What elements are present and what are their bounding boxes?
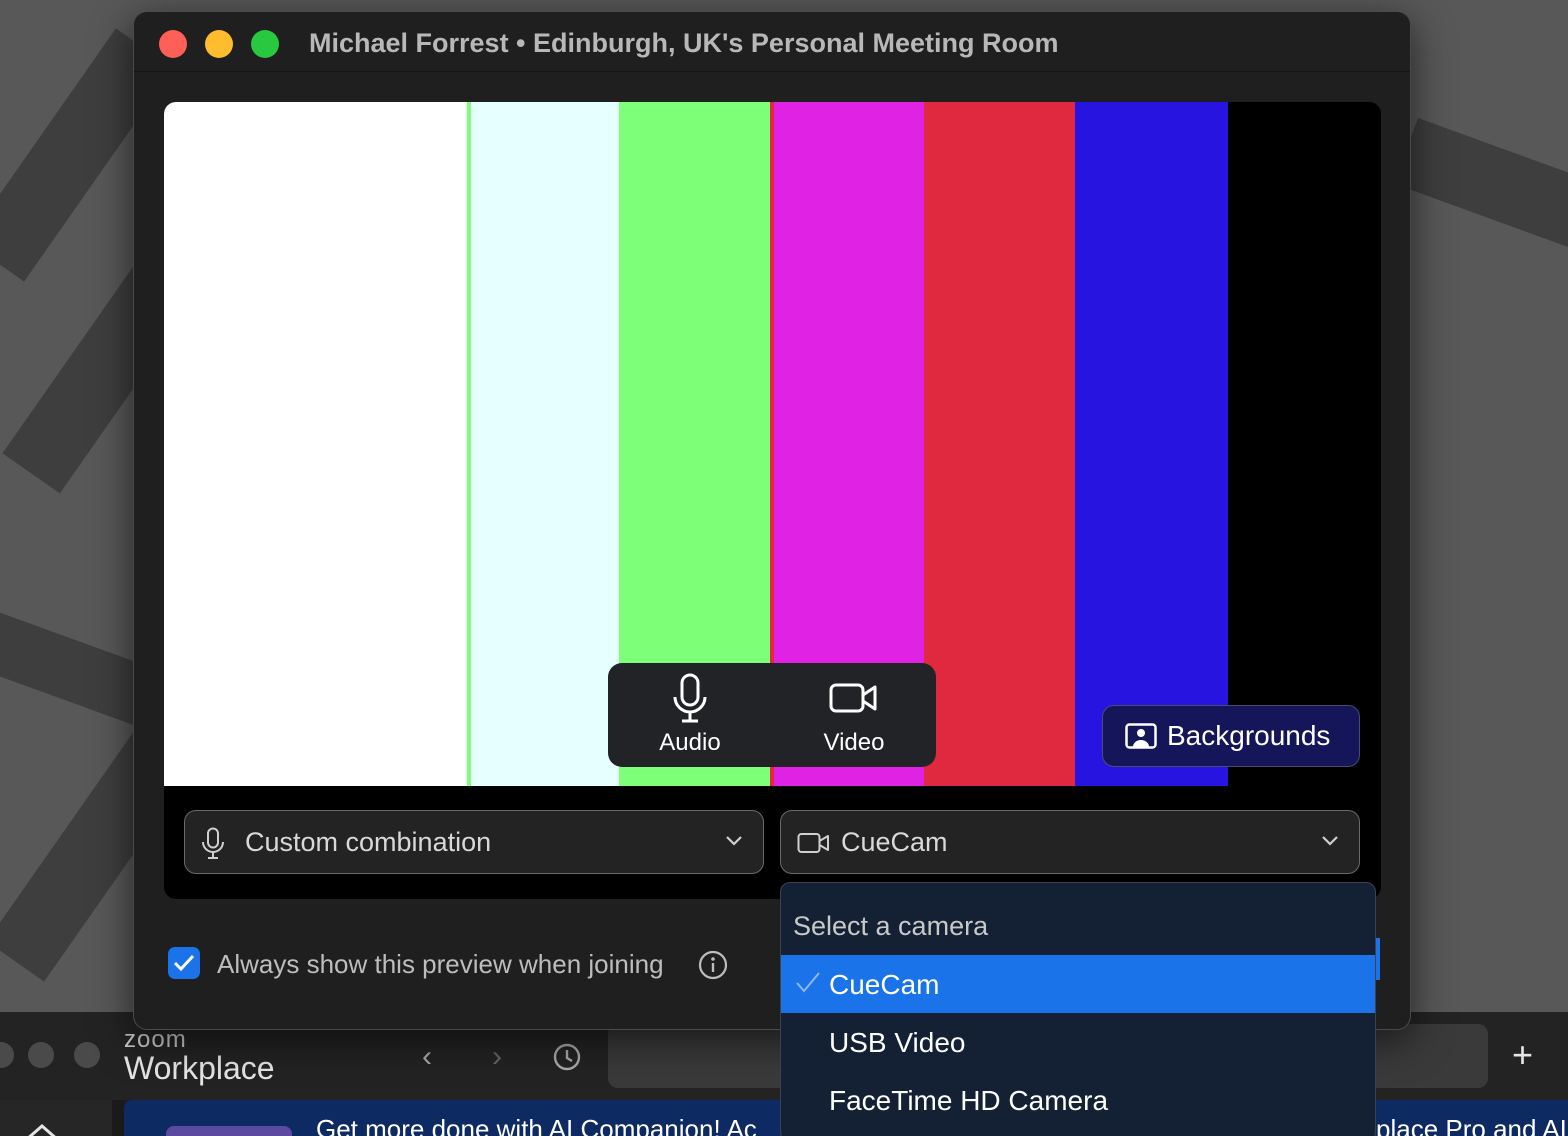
camera-option-facetime-hd[interactable]: FaceTime HD Camera xyxy=(781,1071,1375,1129)
chevron-down-icon xyxy=(1322,836,1338,846)
meeting-preview-window: Michael Forrest • Edinburgh, UK's Person… xyxy=(133,11,1411,1030)
background-person-icon xyxy=(1125,723,1157,749)
banner-text-right: place Pro and AI xyxy=(1376,1114,1567,1136)
camera-dropdown-menu: Select a camera CueCam USB Video FaceTim… xyxy=(780,882,1376,1136)
camera-option-usb-video[interactable]: USB Video xyxy=(781,1013,1375,1071)
traffic-light-inactive[interactable] xyxy=(28,1042,54,1068)
title-bar: Michael Forrest • Edinburgh, UK's Person… xyxy=(134,12,1410,72)
audio-button[interactable]: Audio xyxy=(608,663,772,767)
zoom-window-button[interactable] xyxy=(251,30,279,58)
audio-device-select[interactable]: Custom combination xyxy=(184,810,764,874)
video-camera-icon xyxy=(829,683,877,713)
plus-icon[interactable]: + xyxy=(1512,1034,1533,1076)
info-icon[interactable] xyxy=(698,950,728,985)
backgrounds-button[interactable]: Backgrounds xyxy=(1102,705,1360,767)
traffic-light-inactive[interactable] xyxy=(74,1042,100,1068)
camera-option-cuecam[interactable]: CueCam xyxy=(781,955,1375,1013)
backgrounds-label: Backgrounds xyxy=(1167,720,1331,751)
camera-option-label: FaceTime HD Camera xyxy=(829,1085,1109,1116)
home-tab[interactable] xyxy=(0,1100,112,1136)
menu-header: Select a camera xyxy=(793,911,989,941)
camera-select-value: CueCam xyxy=(841,827,948,857)
banner-text: Get more done with AI Companion! Ac xyxy=(316,1114,757,1136)
audio-video-controls: Audio Video xyxy=(608,663,936,767)
video-preview: Audio Video Backgrounds Custom combinati… xyxy=(164,102,1381,899)
always-show-preview-label[interactable]: Always show this preview when joining xyxy=(217,949,664,980)
workplace-logo-text: Workplace xyxy=(124,1050,275,1086)
banner-logo xyxy=(166,1126,292,1136)
close-window-button[interactable] xyxy=(159,30,187,58)
forward-arrow-icon[interactable]: › xyxy=(492,1040,502,1074)
history-icon[interactable] xyxy=(552,1042,582,1080)
audio-select-value: Custom combination xyxy=(245,827,492,857)
microphone-icon xyxy=(202,827,224,859)
always-show-preview-checkbox[interactable] xyxy=(168,947,200,979)
window-title: Michael Forrest • Edinburgh, UK's Person… xyxy=(309,28,1059,58)
color-bar-white xyxy=(164,102,467,786)
video-label: Video xyxy=(823,729,885,756)
audio-label: Audio xyxy=(659,729,721,756)
camera-option-label: USB Video xyxy=(829,1027,966,1058)
video-button[interactable]: Video xyxy=(772,663,936,767)
camera-device-select[interactable]: CueCam xyxy=(780,810,1360,874)
color-bar-red xyxy=(924,102,1075,786)
color-bar-black xyxy=(1228,102,1381,786)
checkmark-icon xyxy=(173,954,195,972)
video-camera-icon xyxy=(797,833,829,853)
checkmark-icon xyxy=(796,972,820,993)
chevron-down-icon xyxy=(726,836,742,846)
film-strip xyxy=(1394,117,1568,253)
color-bar-blue xyxy=(1075,102,1228,786)
back-arrow-icon[interactable]: ‹ xyxy=(422,1040,432,1074)
minimize-window-button[interactable] xyxy=(205,30,233,58)
microphone-icon xyxy=(673,673,707,723)
color-bar-cyan xyxy=(471,102,619,786)
traffic-light-inactive[interactable] xyxy=(0,1042,14,1068)
camera-option-label: CueCam xyxy=(829,969,940,1000)
